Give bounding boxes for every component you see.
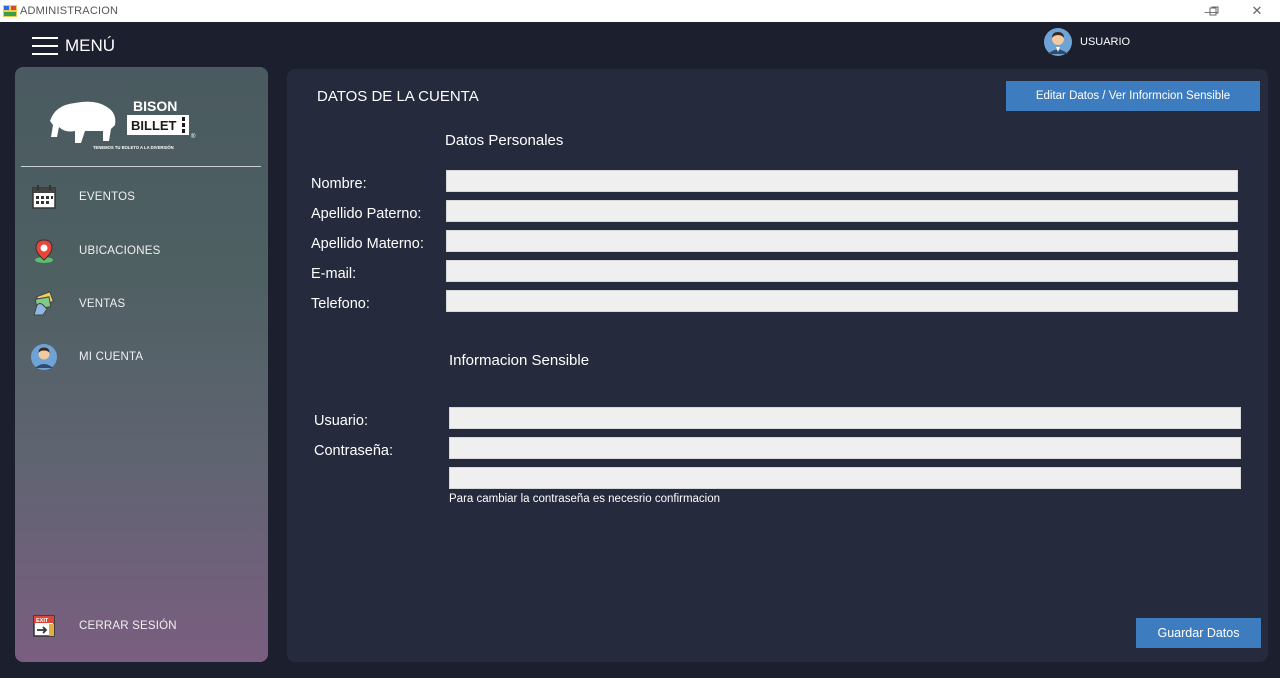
nombre-label: Nombre: bbox=[311, 176, 367, 192]
nombre-field[interactable] bbox=[446, 170, 1238, 192]
calendar-icon bbox=[32, 185, 56, 209]
exit-icon: EXIT bbox=[33, 615, 55, 637]
window-titlebar: ADMINISTRACION — ✕ bbox=[0, 0, 1280, 22]
personal-data-heading: Datos Personales bbox=[445, 132, 564, 149]
password-label: Contraseña: bbox=[314, 443, 393, 459]
svg-text:®: ® bbox=[191, 133, 196, 140]
sidebar-item-label: UBICACIONES bbox=[79, 245, 161, 257]
logout-button[interactable]: EXIT CERRAR SESIÓN bbox=[15, 608, 268, 644]
sidebar-item-label: VENTAS bbox=[79, 298, 126, 310]
hamburger-icon bbox=[32, 37, 58, 55]
email-field[interactable] bbox=[446, 260, 1238, 282]
apellido-materno-label: Apellido Materno: bbox=[311, 236, 424, 252]
sidebar-item-mi-cuenta[interactable]: MI CUENTA bbox=[15, 339, 268, 375]
user-icon bbox=[31, 344, 57, 370]
logout-label: CERRAR SESIÓN bbox=[79, 620, 177, 632]
sensitive-info-heading: Informacion Sensible bbox=[449, 352, 590, 369]
edit-data-button[interactable]: Editar Datos / Ver Informcion Sensible bbox=[1006, 81, 1260, 111]
confirm-password-field[interactable] bbox=[449, 467, 1241, 489]
password-field[interactable] bbox=[449, 437, 1241, 459]
save-button[interactable]: Guardar Datos bbox=[1136, 618, 1261, 648]
usuario-label: Usuario: bbox=[314, 413, 368, 429]
sidebar-item-ubicaciones[interactable]: UBICACIONES bbox=[15, 233, 268, 269]
window-title: ADMINISTRACION bbox=[20, 5, 119, 17]
svg-text:EXIT: EXIT bbox=[36, 618, 49, 624]
telefono-label: Telefono: bbox=[311, 296, 370, 312]
sidebar-item-ventas[interactable]: VENTAS bbox=[15, 286, 268, 322]
sidebar-item-label: EVENTOS bbox=[79, 191, 136, 203]
restore-icon bbox=[1209, 6, 1219, 16]
account-panel: DATOS DE LA CUENTA Editar Datos / Ver In… bbox=[287, 69, 1268, 662]
sidebar-item-label: MI CUENTA bbox=[79, 351, 144, 363]
usuario-field[interactable] bbox=[449, 407, 1241, 429]
password-hint: Para cambiar la contraseña es necesrio c… bbox=[449, 493, 721, 505]
apellido-paterno-field[interactable] bbox=[446, 200, 1238, 222]
svg-text:BISON: BISON bbox=[133, 98, 177, 114]
svg-text:TENEMOS TU BOLETO A LA DIVERSI: TENEMOS TU BOLETO A LA DIVERSIÓN bbox=[93, 145, 174, 150]
sidebar-divider bbox=[21, 166, 261, 167]
sidebar-item-eventos[interactable]: EVENTOS bbox=[15, 179, 268, 215]
app-icon bbox=[3, 5, 17, 17]
sidebar: BISON BILLET ® TENEMOS TU BOLETO A LA DI… bbox=[15, 67, 268, 662]
maximize-button[interactable] bbox=[1197, 0, 1231, 22]
money-icon bbox=[33, 291, 54, 316]
page-title: DATOS DE LA CUENTA bbox=[317, 88, 479, 105]
bison-billet-logo: BISON BILLET ® TENEMOS TU BOLETO A LA DI… bbox=[45, 91, 235, 157]
user-avatar-icon bbox=[1044, 28, 1072, 56]
email-label: E-mail: bbox=[311, 266, 357, 282]
svg-text:BILLET: BILLET bbox=[131, 118, 177, 133]
apellido-materno-field[interactable] bbox=[446, 230, 1238, 252]
close-button[interactable]: ✕ bbox=[1240, 0, 1274, 22]
menu-toggle[interactable]: MENÚ bbox=[32, 36, 115, 56]
user-profile[interactable]: USUARIO bbox=[1044, 28, 1130, 56]
menu-label: MENÚ bbox=[65, 36, 116, 55]
map-pin-icon bbox=[35, 239, 53, 263]
apellido-paterno-label: Apellido Paterno: bbox=[311, 206, 422, 222]
user-name: USUARIO bbox=[1080, 36, 1131, 48]
telefono-field[interactable] bbox=[446, 290, 1238, 312]
